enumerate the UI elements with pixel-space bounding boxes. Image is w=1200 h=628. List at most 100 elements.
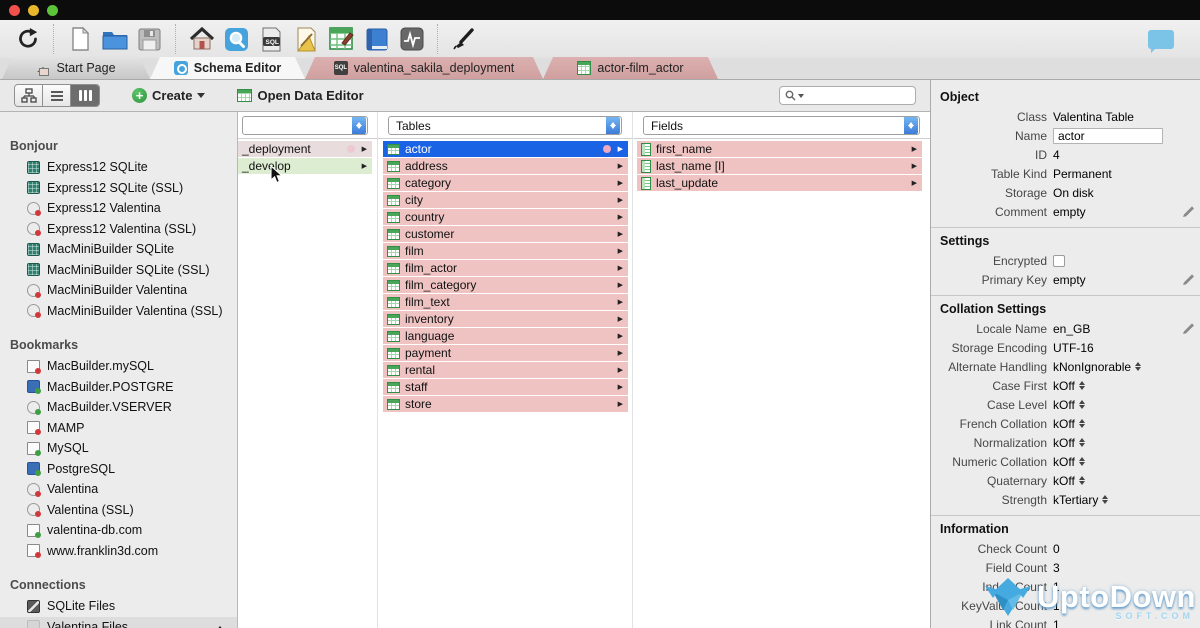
checkbox[interactable] bbox=[1053, 255, 1065, 267]
value-stepper-icon[interactable] bbox=[1079, 397, 1085, 412]
diagnose-pen-icon[interactable] bbox=[450, 26, 477, 53]
property-value[interactable]: empty bbox=[1053, 205, 1086, 219]
table-row[interactable]: film_category ▶ bbox=[383, 277, 628, 293]
sidebar-item[interactable]: Express12 SQLite bbox=[0, 157, 237, 178]
sidebar-item[interactable]: MacBuilder.POSTGRE bbox=[0, 377, 237, 398]
sidebar-item[interactable]: MacBuilder.mySQL bbox=[0, 356, 237, 377]
schema-row[interactable]: _develop ▶ bbox=[238, 158, 372, 174]
sidebar-item[interactable]: MacBuilder.VSERVER bbox=[0, 397, 237, 418]
fields-filter-dropdown[interactable]: Fields bbox=[643, 116, 920, 135]
table-row[interactable]: language ▶ bbox=[383, 328, 628, 344]
book-icon[interactable] bbox=[363, 26, 390, 53]
search-field[interactable] bbox=[779, 86, 916, 105]
feedback-bubble-icon[interactable] bbox=[1148, 30, 1174, 49]
sidebar-item[interactable]: Valentina (SSL) bbox=[0, 500, 237, 521]
create-button[interactable]: + Create bbox=[132, 88, 205, 103]
refresh-icon[interactable] bbox=[14, 26, 41, 53]
edit-pencil-icon[interactable] bbox=[1182, 205, 1195, 221]
property-value[interactable]: UTF-16 bbox=[1053, 341, 1094, 355]
table-row[interactable]: customer ▶ bbox=[383, 226, 628, 242]
sidebar-item[interactable]: Express12 Valentina bbox=[0, 198, 237, 219]
sidebar-item[interactable]: Valentina bbox=[0, 479, 237, 500]
sidebar-item[interactable]: MacMiniBuilder SQLite bbox=[0, 239, 237, 260]
open-folder-icon[interactable] bbox=[101, 26, 128, 53]
sidebar-item[interactable]: Express12 Valentina (SSL) bbox=[0, 219, 237, 240]
sidebar-item[interactable]: PostgreSQL bbox=[0, 459, 237, 480]
property-value[interactable]: kOff bbox=[1053, 455, 1075, 469]
search-options-caret-icon[interactable] bbox=[798, 94, 804, 101]
value-stepper-icon[interactable] bbox=[1102, 492, 1108, 507]
sidebar-item[interactable]: MacMiniBuilder Valentina (SSL) bbox=[0, 301, 237, 322]
property-value[interactable]: actor bbox=[1053, 128, 1163, 144]
column-view-button[interactable] bbox=[71, 85, 99, 106]
sidebar-item[interactable]: MAMP bbox=[0, 418, 237, 439]
table-row[interactable]: store ▶ bbox=[383, 396, 628, 412]
document-tab[interactable]: valentina_sakila_deployment bbox=[305, 57, 543, 79]
sidebar-item[interactable]: MacMiniBuilder SQLite (SSL) bbox=[0, 260, 237, 281]
zoom-window-button[interactable] bbox=[47, 5, 58, 16]
edit-pencil-icon[interactable] bbox=[1182, 273, 1195, 289]
table-row[interactable]: actor ▶ bbox=[383, 141, 628, 157]
field-row[interactable]: first_name ▶ bbox=[637, 141, 922, 157]
property-value[interactable]: empty bbox=[1053, 273, 1086, 287]
property-value[interactable]: en_GB bbox=[1053, 322, 1090, 336]
edit-pencil-icon[interactable] bbox=[1182, 322, 1195, 338]
property-value[interactable]: kNonIgnorable bbox=[1053, 360, 1131, 374]
sidebar-item[interactable]: SQLite Files bbox=[0, 596, 237, 617]
property-value[interactable]: kOff bbox=[1053, 474, 1075, 488]
table-row[interactable]: inventory ▶ bbox=[383, 311, 628, 327]
table-row[interactable]: rental ▶ bbox=[383, 362, 628, 378]
property-value[interactable]: On disk bbox=[1053, 186, 1094, 200]
field-row[interactable]: last_update ▶ bbox=[637, 175, 922, 191]
property-value[interactable]: Valentina Table bbox=[1053, 110, 1134, 124]
value-stepper-icon[interactable] bbox=[1135, 359, 1141, 374]
sidebar-item[interactable]: www.franklin3d.com bbox=[0, 541, 237, 562]
property-value[interactable]: kTertiary bbox=[1053, 493, 1098, 507]
table-row[interactable]: film ▶ bbox=[383, 243, 628, 259]
value-stepper-icon[interactable] bbox=[1079, 416, 1085, 431]
home-icon[interactable] bbox=[188, 26, 215, 53]
table-row[interactable]: film_actor ▶ bbox=[383, 260, 628, 276]
table-row[interactable]: staff ▶ bbox=[383, 379, 628, 395]
sidebar-item[interactable]: MySQL bbox=[0, 438, 237, 459]
property-value[interactable]: 0 bbox=[1053, 542, 1060, 556]
property-value[interactable]: 4 bbox=[1053, 148, 1060, 162]
property-value[interactable]: kOff bbox=[1053, 417, 1075, 431]
table-row[interactable]: country ▶ bbox=[383, 209, 628, 225]
property-value[interactable]: kOff bbox=[1053, 379, 1075, 393]
document-tab[interactable]: actor-film_actor bbox=[543, 57, 718, 79]
value-stepper-icon[interactable] bbox=[1079, 378, 1085, 393]
list-view-button[interactable] bbox=[43, 85, 71, 106]
sidebar-item[interactable]: valentina-db.com bbox=[0, 520, 237, 541]
sql-editor-icon[interactable]: SQL bbox=[258, 26, 285, 53]
tables-filter-dropdown[interactable]: Tables bbox=[388, 116, 622, 135]
close-window-button[interactable] bbox=[9, 5, 20, 16]
document-tab[interactable]: Schema Editor bbox=[150, 57, 305, 79]
table-row[interactable]: film_text ▶ bbox=[383, 294, 628, 310]
sidebar-item[interactable]: MacMiniBuilder Valentina bbox=[0, 280, 237, 301]
sidebar-item[interactable]: Express12 SQLite (SSL) bbox=[0, 178, 237, 199]
schema-filter-dropdown[interactable] bbox=[242, 116, 368, 135]
schema-editor-icon[interactable] bbox=[223, 26, 250, 53]
property-value[interactable]: Permanent bbox=[1053, 167, 1112, 181]
sidebar-item[interactable]: Valentina Files bbox=[0, 617, 237, 628]
server-admin-icon[interactable] bbox=[398, 26, 425, 53]
open-data-editor-button[interactable]: Open Data Editor bbox=[237, 88, 363, 103]
new-document-icon[interactable] bbox=[66, 26, 93, 53]
table-row[interactable]: category ▶ bbox=[383, 175, 628, 191]
value-stepper-icon[interactable] bbox=[1079, 435, 1085, 450]
table-row[interactable]: city ▶ bbox=[383, 192, 628, 208]
minimize-window-button[interactable] bbox=[28, 5, 39, 16]
property-value[interactable]: kOff bbox=[1053, 436, 1075, 450]
value-stepper-icon[interactable] bbox=[1079, 454, 1085, 469]
save-icon[interactable] bbox=[136, 26, 163, 53]
data-editor-icon[interactable] bbox=[328, 26, 355, 53]
eject-icon[interactable] bbox=[215, 622, 225, 628]
document-tab[interactable]: Start Page bbox=[2, 57, 150, 79]
table-row[interactable]: address ▶ bbox=[383, 158, 628, 174]
schema-row[interactable]: _deployment ▶ bbox=[238, 141, 372, 157]
value-stepper-icon[interactable] bbox=[1079, 473, 1085, 488]
report-editor-icon[interactable] bbox=[293, 26, 320, 53]
table-row[interactable]: payment ▶ bbox=[383, 345, 628, 361]
search-input[interactable] bbox=[806, 90, 910, 102]
